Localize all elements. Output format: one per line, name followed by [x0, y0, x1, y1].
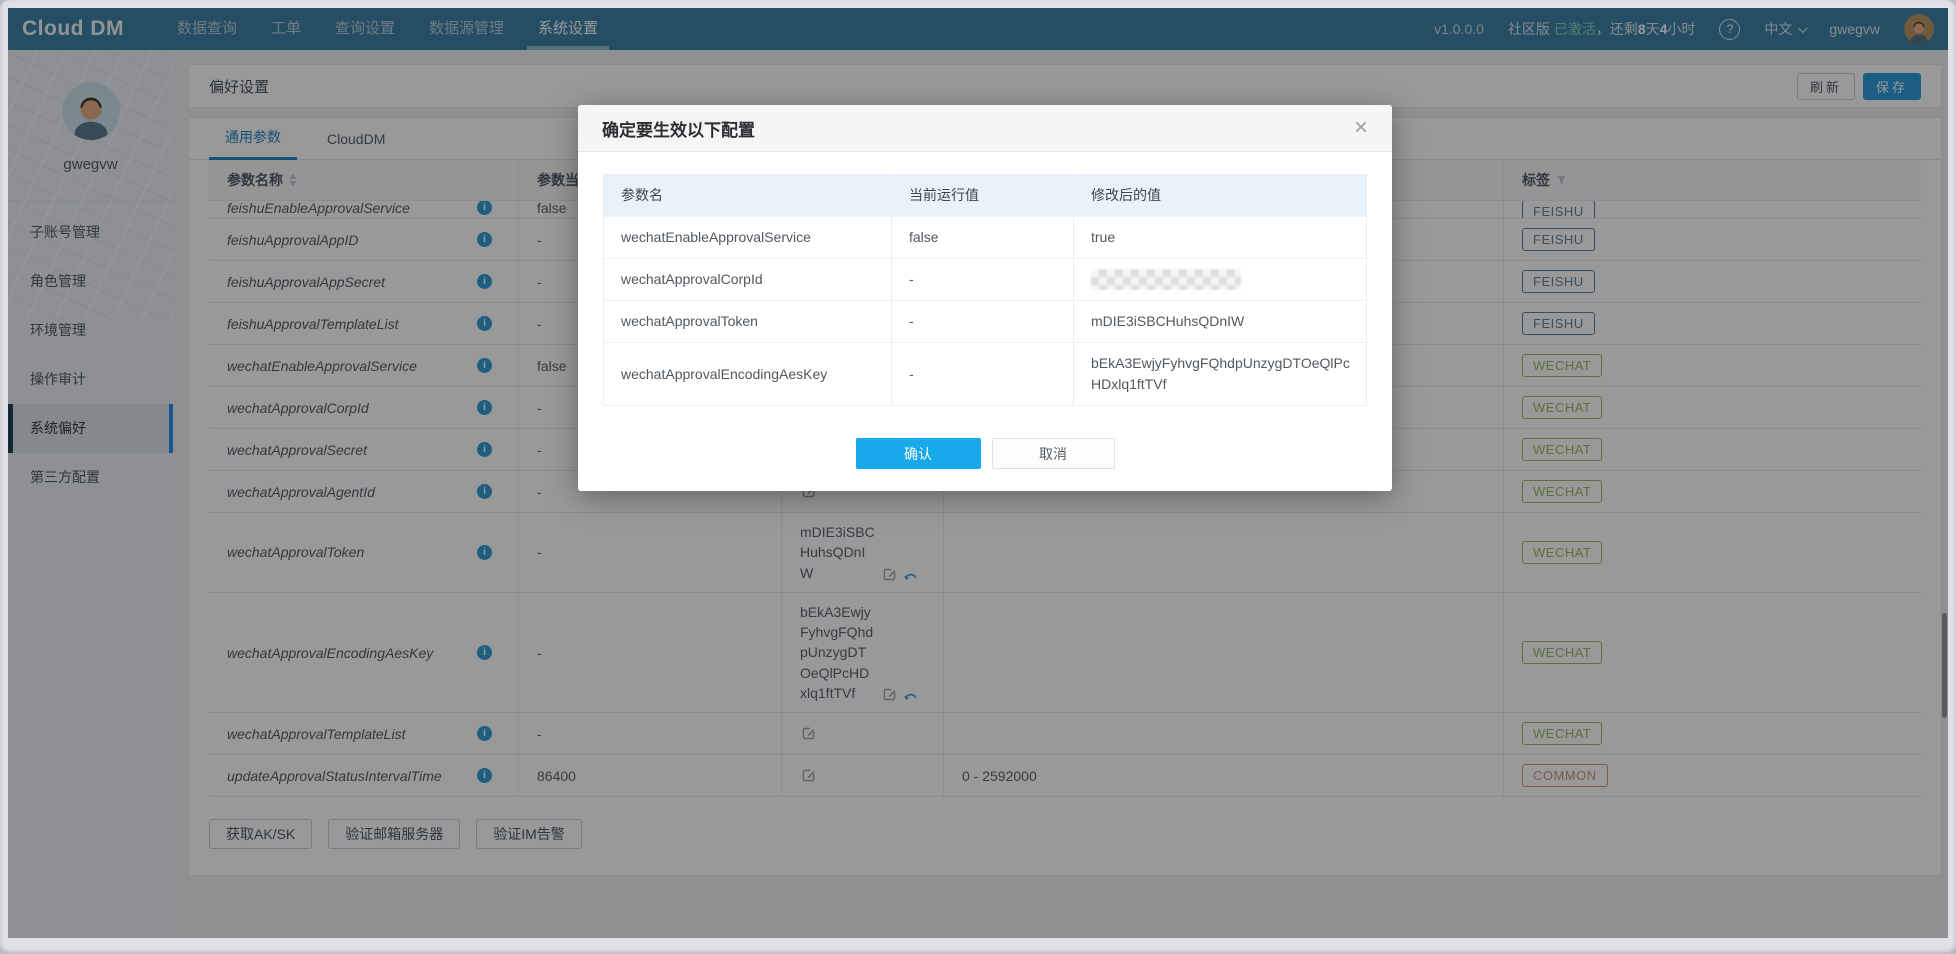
- param-current-value: -: [892, 259, 1074, 300]
- modal-col-current: 当前运行值: [892, 175, 1074, 216]
- modal-table: 参数名 当前运行值 修改后的值 wechatEnableApprovalServ…: [603, 174, 1367, 406]
- modal-title: 确定要生效以下配置: [602, 120, 755, 140]
- modal-header: 确定要生效以下配置 ×: [578, 105, 1392, 152]
- param-current-value: -: [892, 343, 1074, 405]
- modal-table-row: wechatApprovalToken - mDIE3iSBCHuhsQDnIW: [604, 301, 1366, 343]
- param-modified-value: mDIE3iSBCHuhsQDnIW: [1091, 313, 1245, 329]
- param-name: wechatApprovalCorpId: [604, 259, 892, 300]
- window-frame: Cloud DM 数据查询 工单 查询设置 数据源管理 系统设置 v1.0.0.…: [0, 0, 1956, 954]
- app: Cloud DM 数据查询 工单 查询设置 数据源管理 系统设置 v1.0.0.…: [8, 8, 1948, 938]
- confirm-button[interactable]: 确认: [855, 438, 981, 469]
- param-modified-value: bEkA3EwjyFyhvgFQhdpUnzygDTOeQlPcHDxlq1ft…: [1091, 355, 1350, 392]
- modal-table-header: 参数名 当前运行值 修改后的值: [604, 175, 1366, 217]
- param-current-value: -: [892, 301, 1074, 342]
- modal-table-row: wechatEnableApprovalService false true: [604, 217, 1366, 259]
- censored-value: [1091, 269, 1241, 290]
- param-name: wechatApprovalEncodingAesKey: [604, 343, 892, 405]
- close-icon[interactable]: ×: [1354, 116, 1368, 140]
- modal-col-modified: 修改后的值: [1091, 187, 1161, 203]
- param-name: wechatApprovalToken: [604, 301, 892, 342]
- param-current-value: false: [892, 217, 1074, 258]
- cancel-button[interactable]: 取消: [991, 438, 1115, 469]
- param-modified-value: true: [1091, 229, 1116, 245]
- param-name: wechatEnableApprovalService: [604, 217, 892, 258]
- modal-body: 参数名 当前运行值 修改后的值 wechatEnableApprovalServ…: [578, 152, 1392, 424]
- modal-footer: 确认 取消: [578, 424, 1392, 491]
- modal-table-row: wechatApprovalEncodingAesKey - bEkA3Ewjy…: [604, 343, 1366, 405]
- modal-table-row: wechatApprovalCorpId -: [604, 259, 1366, 301]
- modal-col-param: 参数名: [604, 175, 892, 216]
- confirm-config-modal: 确定要生效以下配置 × 参数名 当前运行值 修改后的值 wechatEnable…: [578, 105, 1392, 491]
